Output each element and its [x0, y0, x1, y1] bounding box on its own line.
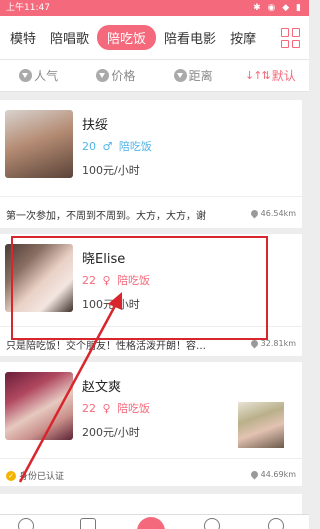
listing-price: 200元/小时: [82, 426, 140, 439]
listing-meta: 20 ♂ 陪吃饭: [82, 140, 152, 153]
dropdown-icon: [173, 69, 187, 82]
gallery-thumbnail[interactable]: [238, 402, 284, 448]
sort-distance[interactable]: 距离: [155, 67, 232, 84]
listing-distance: 46.54km: [249, 208, 296, 219]
location-nav-icon[interactable]: [18, 518, 34, 529]
tab-sing[interactable]: 陪唱歌: [44, 25, 95, 50]
location-pin-icon: [249, 208, 260, 219]
tab-movie[interactable]: 陪看电影: [158, 25, 222, 50]
listing-distance: 32.81km: [249, 338, 296, 349]
verified-badge: ✓ 身份已认证: [6, 469, 64, 482]
sort-popularity[interactable]: 人气: [0, 67, 77, 84]
grid-menu-icon[interactable]: [281, 28, 301, 48]
message-nav-icon[interactable]: [80, 518, 96, 529]
listing-name: 扶绥: [82, 118, 109, 133]
bottom-nav: [0, 514, 309, 529]
status-time: 上午11:47: [6, 3, 50, 13]
status-bar: 上午11:47 ✱ ◉ ◆ ▮: [0, 0, 309, 16]
highlight-box: [11, 236, 268, 340]
sort-price[interactable]: 价格: [77, 67, 154, 84]
location-pin-icon: [249, 469, 260, 480]
listing-meta: 22 ♀ 陪吃饭: [82, 402, 151, 415]
listing-distance: 44.69km: [249, 469, 296, 480]
tab-model[interactable]: 模特: [4, 25, 42, 50]
avatar-photo: [5, 372, 73, 440]
male-icon: ♂: [102, 140, 113, 153]
verified-icon: ✓: [6, 470, 16, 481]
listing-name: 赵文爽: [82, 380, 122, 395]
listing-card[interactable]: 扶绥 20 ♂ 陪吃饭 100元/小时 第一次参加，不周到不周到。大方，大方，谢…: [0, 100, 302, 228]
listing-card[interactable]: [0, 494, 302, 514]
publish-nav-button[interactable]: [137, 517, 165, 529]
location-pin-icon: [249, 338, 260, 349]
tab-dinner[interactable]: 陪吃饭: [97, 25, 157, 50]
avatar-photo: [5, 110, 73, 178]
category-tabs: 模特 陪唱歌 陪吃饭 陪看电影 按摩: [0, 16, 309, 60]
tab-massage[interactable]: 按摩: [224, 25, 262, 50]
listing-description: 第一次参加，不周到不周到。大方，大方，谢: [6, 211, 206, 222]
sort-default[interactable]: ↓↑⇅ 默认: [232, 67, 309, 84]
sort-bar: 人气 价格 距离 ↓↑⇅ 默认: [0, 60, 309, 92]
discover-nav-icon[interactable]: [204, 518, 220, 529]
dropdown-icon: [96, 69, 110, 82]
sort-icon: ↓↑⇅: [245, 69, 271, 82]
status-icons: ✱ ◉ ◆ ▮: [253, 3, 303, 13]
listing-price: 100元/小时: [82, 164, 140, 177]
dropdown-icon: [19, 69, 33, 82]
profile-nav-icon[interactable]: [268, 518, 284, 529]
listing-card[interactable]: 赵文爽 22 ♀ 陪吃饭 200元/小时 ✓ 身份已认证 44.69km: [0, 362, 302, 486]
female-icon: ♀: [102, 402, 111, 415]
